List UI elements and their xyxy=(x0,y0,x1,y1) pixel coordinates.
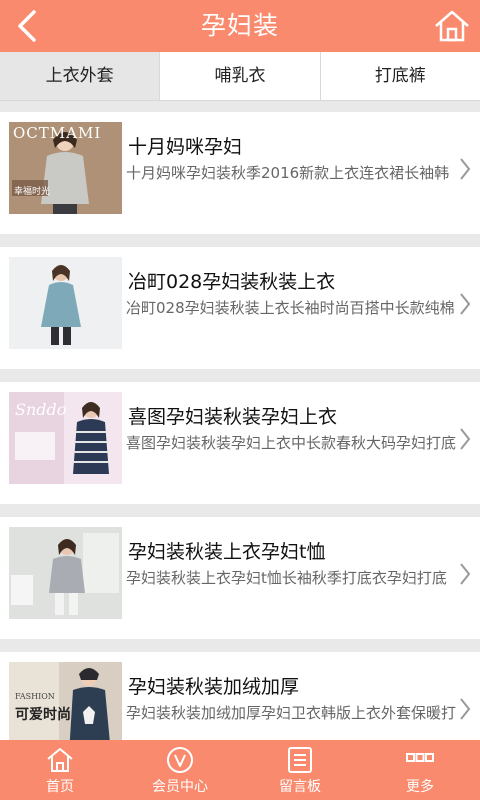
list-item[interactable]: 冶町028孕妇装秋装上衣 冶町028孕妇装秋装上衣长袖时尚百搭中长款纯棉 xyxy=(0,247,480,369)
product-thumbnail: Snddo xyxy=(9,392,122,484)
list-item[interactable]: Snddo 喜图孕妇装秋装孕妇上衣 喜图孕妇装秋装孕妇上衣中长款春秋大码孕妇打底 xyxy=(0,382,480,504)
nav-message-board[interactable]: 留言板 xyxy=(240,740,360,800)
more-grid-icon xyxy=(406,753,434,762)
chevron-right-icon xyxy=(460,698,471,720)
list-item[interactable]: 孕妇装秋装上衣孕妇t恤 孕妇装秋装上衣孕妇t恤长袖秋季打底衣孕妇打底 xyxy=(0,517,480,639)
bottom-nav: 首页 会员中心 留言板 更多 xyxy=(0,740,480,800)
product-description: 孕妇装秋装加绒加厚孕妇卫衣韩版上衣外套保暖打 xyxy=(126,704,456,722)
tab-leggings[interactable]: 打底裤 xyxy=(321,52,480,100)
nav-home[interactable]: 首页 xyxy=(0,740,120,800)
product-thumbnail: FASHION 可爱时尚 xyxy=(9,662,122,740)
category-tabs: 上衣外套 哺乳衣 打底裤 xyxy=(0,52,480,101)
nav-more-label: 更多 xyxy=(406,779,434,795)
product-list: OCTMAMI 幸福时光 十月妈咪孕妇 十月妈咪孕妇装秋季2016新款上衣连衣裙… xyxy=(0,100,480,740)
product-description: 十月妈咪孕妇装秋季2016新款上衣连衣裙长袖韩 xyxy=(126,164,450,182)
product-description: 冶町028孕妇装秋装上衣长袖时尚百搭中长款纯棉 xyxy=(126,299,455,317)
product-title: 十月妈咪孕妇 xyxy=(128,136,243,158)
chevron-right-icon xyxy=(460,563,471,585)
message-board-icon xyxy=(288,747,312,773)
header-bar: 孕妇装 xyxy=(0,0,480,52)
chevron-right-icon xyxy=(460,428,471,450)
product-title: 冶町028孕妇装秋装上衣 xyxy=(128,271,336,293)
tab-tops-outerwear[interactable]: 上衣外套 xyxy=(0,52,161,100)
product-thumbnail: OCTMAMI 幸福时光 xyxy=(9,122,122,214)
thumbnail-caption: 幸福时光 xyxy=(14,187,51,197)
nav-member-center[interactable]: 会员中心 xyxy=(120,740,240,800)
list-item[interactable]: OCTMAMI 幸福时光 十月妈咪孕妇 十月妈咪孕妇装秋季2016新款上衣连衣裙… xyxy=(0,112,480,234)
thumbnail-brand-text: OCTMAMI xyxy=(13,124,102,142)
thumbnail-brand-text: FASHION xyxy=(15,692,55,701)
nav-message-board-label: 留言板 xyxy=(279,779,321,795)
nav-member-center-label: 会员中心 xyxy=(152,779,208,795)
product-thumbnail xyxy=(9,527,122,619)
nav-home-label: 首页 xyxy=(46,779,74,795)
home-icon xyxy=(47,748,73,772)
product-title: 孕妇装秋装上衣孕妇t恤 xyxy=(128,541,326,563)
product-description: 喜图孕妇装秋装孕妇上衣中长款春秋大码孕妇打底 xyxy=(126,434,456,452)
product-description: 孕妇装秋装上衣孕妇t恤长袖秋季打底衣孕妇打底 xyxy=(126,569,447,587)
chevron-right-icon xyxy=(460,158,471,180)
home-icon[interactable] xyxy=(432,8,472,44)
product-title: 喜图孕妇装秋装孕妇上衣 xyxy=(128,406,338,428)
product-thumbnail xyxy=(9,257,122,349)
page-title: 孕妇装 xyxy=(200,11,279,40)
tab-nursing-wear[interactable]: 哺乳衣 xyxy=(160,52,321,100)
thumbnail-brand-text: Snddo xyxy=(15,400,67,419)
product-title: 孕妇装秋装加绒加厚 xyxy=(128,676,300,698)
member-v-icon xyxy=(167,747,193,773)
thumbnail-caption: 可爱时尚 xyxy=(15,707,71,723)
nav-more[interactable]: 更多 xyxy=(360,740,480,800)
list-item[interactable]: FASHION 可爱时尚 孕妇装秋装加绒加厚 孕妇装秋装加绒加厚孕妇卫衣韩版上衣… xyxy=(0,652,480,740)
chevron-right-icon xyxy=(460,293,471,315)
